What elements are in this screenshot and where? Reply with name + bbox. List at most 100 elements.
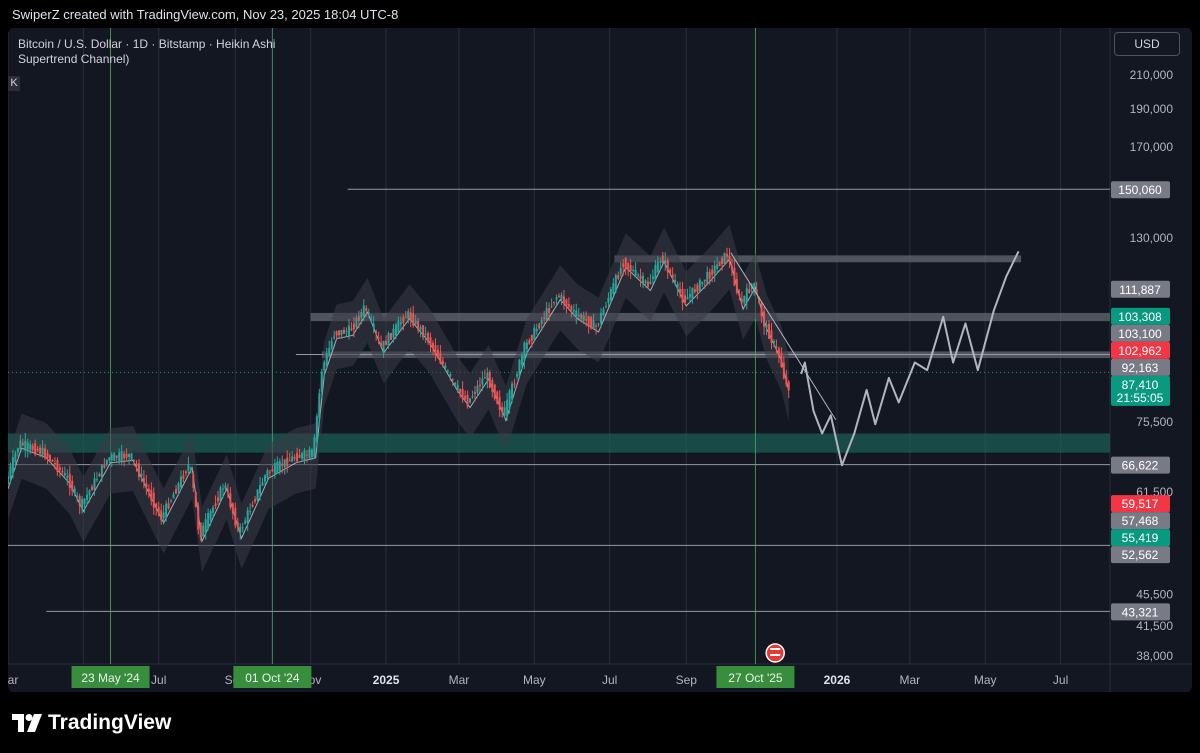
candle-body <box>523 342 526 361</box>
candle-body <box>525 342 528 350</box>
candle-body <box>226 491 229 493</box>
candle-body <box>745 288 748 303</box>
candle-body <box>533 327 536 341</box>
candle-body <box>592 320 595 329</box>
candle-body <box>515 374 518 377</box>
candle-body <box>486 372 489 381</box>
candle-body <box>518 359 521 376</box>
us-flag-event-icon <box>765 643 785 663</box>
candle-body <box>409 312 412 321</box>
legend-indicator-line: Supertrend Channel) <box>18 52 130 66</box>
candle-body <box>597 323 600 325</box>
candle-body <box>51 459 54 462</box>
candle-body <box>113 453 116 461</box>
candle-body <box>271 469 274 472</box>
candle-body <box>345 331 348 333</box>
candle-body <box>726 254 729 257</box>
chart-panel[interactable]: 210,000 190,000 170,000 130,000 75,500 61,500… <box>8 28 1192 692</box>
candle-body <box>664 260 667 264</box>
candle-body <box>41 447 44 456</box>
candle-body <box>303 450 306 461</box>
candle-body <box>577 314 580 316</box>
price-label-text: 52,562 <box>1122 548 1159 562</box>
candle-body <box>16 448 19 453</box>
candle-body <box>587 316 590 327</box>
candle-body <box>261 482 264 486</box>
candle-body <box>281 463 284 466</box>
candle-body <box>120 451 123 462</box>
candle-body <box>278 461 281 471</box>
currency-button[interactable]: USD <box>1114 32 1180 56</box>
candle-body <box>313 436 316 457</box>
candle-body <box>133 459 136 461</box>
candle-body <box>567 304 570 307</box>
candle-body <box>422 325 425 338</box>
candle-body <box>305 454 308 456</box>
candle-body <box>78 496 81 506</box>
price-axis-tick: 170,000 <box>1130 140 1174 154</box>
candle-body <box>323 362 326 371</box>
candle-body <box>473 391 476 394</box>
candle-body <box>268 471 271 473</box>
candle-body <box>701 281 704 285</box>
candle-body <box>231 503 234 514</box>
candle-body <box>688 294 691 298</box>
candle-body <box>614 275 617 291</box>
candle-body <box>93 478 96 490</box>
price-label-text: 111,887 <box>1119 283 1161 297</box>
collapse-legend-button[interactable]: K <box>8 76 20 91</box>
candle-body <box>209 511 212 520</box>
candle-body <box>184 471 187 474</box>
candle-body <box>145 483 148 488</box>
time-axis-tick: Sep <box>676 673 698 687</box>
price-label-text: 103,100 <box>1118 327 1162 341</box>
candle-body <box>219 487 222 502</box>
candle-body <box>162 512 165 519</box>
candle-body <box>775 346 778 348</box>
candle-body <box>723 252 726 264</box>
candle-body <box>770 330 773 343</box>
price-chart[interactable]: 210,000190,000170,000130,00075,50061,500… <box>8 28 1192 692</box>
candle-body <box>469 398 472 403</box>
candle-body <box>318 393 321 418</box>
candle-body <box>513 383 516 385</box>
candle-body <box>399 322 402 325</box>
candle-body <box>335 331 338 336</box>
candle-body <box>402 317 405 324</box>
candle-body <box>135 463 138 468</box>
candle-body <box>61 470 64 473</box>
candle-body <box>224 485 227 489</box>
candle-body <box>301 452 304 459</box>
time-axis-tick: 2026 <box>824 673 851 687</box>
price-axis-tick: 130,000 <box>1130 231 1174 245</box>
candle-body <box>666 260 669 273</box>
candle-body <box>330 340 333 349</box>
candle-body <box>748 289 751 294</box>
candle-body <box>98 474 101 477</box>
candle-body <box>617 275 620 279</box>
candle-body <box>397 320 400 333</box>
candle-body <box>53 463 56 465</box>
price-label-text: 103,308 <box>1118 310 1162 324</box>
candle-body <box>108 457 111 460</box>
candle-body <box>239 526 242 533</box>
price-label-text: 92,163 <box>1122 361 1159 375</box>
price-axis-tick: 190,000 <box>1130 102 1174 116</box>
candle-body <box>63 472 66 476</box>
candle-body <box>207 513 210 528</box>
candle-body <box>612 283 615 295</box>
candle-body <box>565 299 568 307</box>
candle-body <box>249 511 252 513</box>
candle-body <box>310 449 313 458</box>
candle-body <box>370 318 373 321</box>
tradingview-brand-text: TradingView <box>48 711 172 734</box>
candle-body <box>394 324 397 336</box>
candle-body <box>110 454 113 461</box>
candle-body <box>380 342 383 347</box>
candle-body <box>478 384 481 387</box>
candle-body <box>696 284 699 292</box>
candle-body <box>263 475 266 482</box>
candle-body <box>338 330 341 336</box>
candle-body <box>256 489 259 501</box>
candle-body <box>585 319 588 321</box>
